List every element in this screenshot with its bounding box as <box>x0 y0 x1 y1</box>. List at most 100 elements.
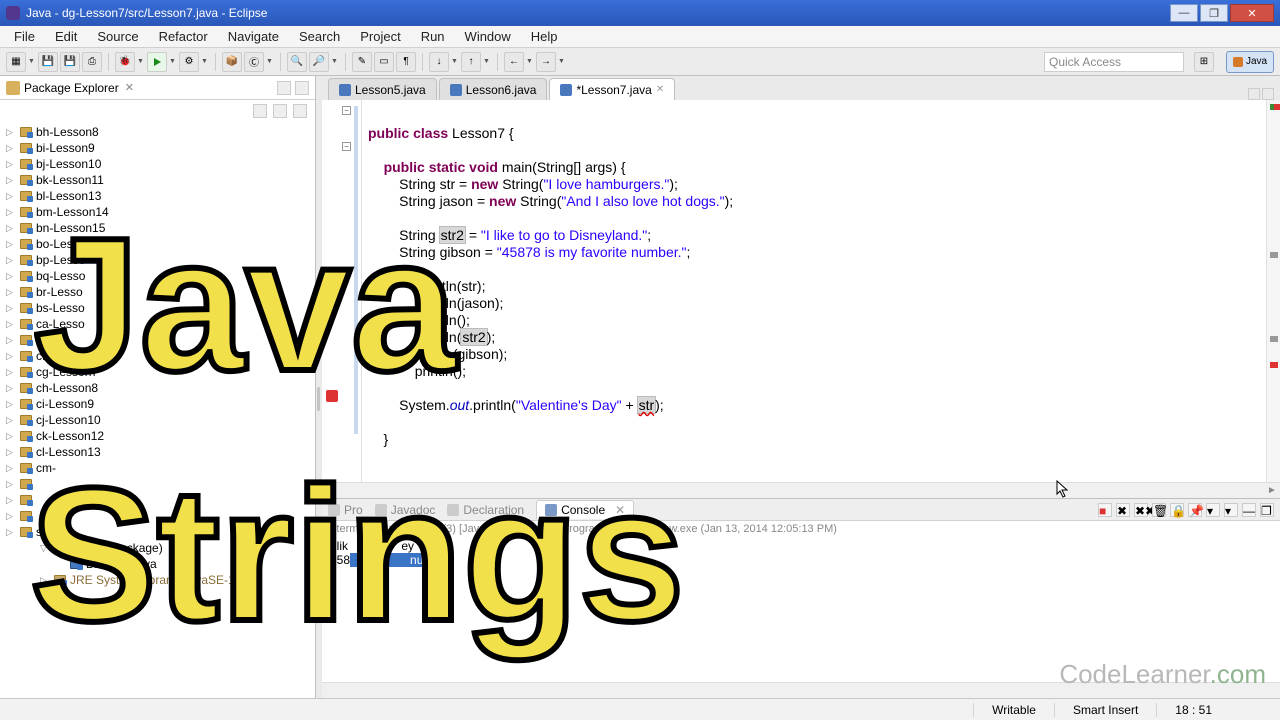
jre-library-node[interactable]: ▷JRE System Library [JavaSE-1.7] <box>0 572 315 588</box>
project-node[interactable]: ▷bo-Lesso <box>0 236 315 252</box>
project-node[interactable]: ▷ <box>0 476 315 492</box>
close-button[interactable]: ✕ <box>1230 4 1274 22</box>
new-class-button[interactable]: Ⓒ <box>244 52 264 72</box>
link-editor-button[interactable] <box>273 104 287 118</box>
console-max-button[interactable]: ❐ <box>1260 503 1274 517</box>
console-output[interactable]: I lik t ey 458 fa nu <box>322 537 1280 682</box>
quick-access-input[interactable]: Quick Access <box>1044 52 1184 72</box>
project-node[interactable]: ▷cj-Lesson10 <box>0 412 315 428</box>
menu-help[interactable]: Help <box>521 27 568 46</box>
project-node[interactable]: ▷ <box>0 492 315 508</box>
run-button[interactable] <box>147 52 167 72</box>
clear-console-button[interactable]: 🗑 <box>1152 503 1166 517</box>
ext-tools-button[interactable]: ⚙ <box>179 52 199 72</box>
toggle-mark-button[interactable]: ✎ <box>352 52 372 72</box>
project-node[interactable]: ▷cf-Lesson6 <box>0 348 315 364</box>
error-marker-icon[interactable] <box>326 390 338 402</box>
tab-lesson7[interactable]: *Lesson7.java✕ <box>549 78 675 100</box>
menu-source[interactable]: Source <box>87 27 148 46</box>
project-node[interactable]: ▷bq-Lesso <box>0 268 315 284</box>
forward-button[interactable]: → <box>536 52 556 72</box>
tab-javadoc[interactable]: Javadoc <box>375 503 436 517</box>
close-tab-icon[interactable]: ✕ <box>656 84 664 95</box>
view-menu-button[interactable] <box>293 104 307 118</box>
fold-toggle-icon[interactable]: − <box>342 106 351 115</box>
java-perspective-button[interactable]: Java <box>1226 51 1274 73</box>
menu-search[interactable]: Search <box>289 27 350 46</box>
project-node[interactable]: ▷br-Lesso <box>0 284 315 300</box>
package-explorer-title: Package Explorer <box>24 81 119 95</box>
console-min-button[interactable]: — <box>1242 503 1256 517</box>
scroll-lock-button[interactable]: 🔒 <box>1170 503 1184 517</box>
prev-annotation-button[interactable]: ↑ <box>461 52 481 72</box>
project-node[interactable]: ▷ck-Lesson12 <box>0 428 315 444</box>
tab-lesson6[interactable]: Lesson6.java <box>439 78 548 100</box>
fold-toggle-icon[interactable]: − <box>342 142 351 151</box>
remove-launch-button[interactable]: ✖ <box>1116 503 1130 517</box>
maximize-button[interactable]: ❐ <box>1200 4 1228 22</box>
terminate-button[interactable]: ■ <box>1098 503 1112 517</box>
open-type-button[interactable]: 🔍 <box>287 52 307 72</box>
overview-ruler[interactable] <box>1266 100 1280 482</box>
view-maximize-button[interactable] <box>295 81 309 95</box>
project-node[interactable]: ▷ca-Lesso <box>0 316 315 332</box>
package-node[interactable]: ▽(default package) <box>0 540 315 556</box>
project-node[interactable]: ▷bh-Lesson8 <box>0 124 315 140</box>
project-node[interactable]: ▷cl-Lesson13 <box>0 444 315 460</box>
project-node[interactable]: ▷bj-Lesson10 <box>0 156 315 172</box>
project-node[interactable]: ▷bn-Lesson15 <box>0 220 315 236</box>
project-node[interactable]: ▷sson6 <box>0 524 315 540</box>
project-node[interactable]: ▷bi-Lesson9 <box>0 140 315 156</box>
project-node[interactable]: ▷bk-Lesson11 <box>0 172 315 188</box>
menu-navigate[interactable]: Navigate <box>218 27 289 46</box>
tab-lesson5[interactable]: Lesson5.java <box>328 78 437 100</box>
toggle-block-button[interactable]: ▭ <box>374 52 394 72</box>
collapse-all-button[interactable] <box>253 104 267 118</box>
project-node[interactable]: ▷bp-Lesso <box>0 252 315 268</box>
debug-button[interactable]: 🐞 <box>115 52 135 72</box>
menu-window[interactable]: Window <box>455 27 521 46</box>
project-tree[interactable]: ▷bh-Lesson8▷bi-Lesson9▷bj-Lesson10▷bk-Le… <box>0 122 315 698</box>
pin-console-button[interactable]: 📌 <box>1188 503 1202 517</box>
editor-minimize-button[interactable] <box>1248 88 1260 100</box>
tab-console[interactable]: Console✕ <box>536 500 634 519</box>
next-annotation-button[interactable]: ↓ <box>429 52 449 72</box>
save-button[interactable]: 💾 <box>38 52 58 72</box>
editor-hscrollbar[interactable]: ◄► <box>322 482 1280 498</box>
show-whitespace-button[interactable]: ¶ <box>396 52 416 72</box>
new-button[interactable]: ▦ <box>6 52 26 72</box>
menu-edit[interactable]: Edit <box>45 27 87 46</box>
project-node[interactable]: ▷bs-Lesso <box>0 300 315 316</box>
minimize-button[interactable]: — <box>1170 4 1198 22</box>
view-minimize-button[interactable] <box>277 81 291 95</box>
project-node[interactable]: ▷bm-Lesson14 <box>0 204 315 220</box>
menu-refactor[interactable]: Refactor <box>149 27 218 46</box>
back-button[interactable]: ← <box>504 52 524 72</box>
search-button[interactable]: 🔎 <box>309 52 329 72</box>
remove-all-button[interactable]: ✖✖ <box>1134 503 1148 517</box>
print-button[interactable]: ⎙ <box>82 52 102 72</box>
menu-run[interactable]: Run <box>411 27 455 46</box>
tab-problems[interactable]: Pro <box>328 503 363 517</box>
code-editor[interactable]: − − public class Lesson7 { public static… <box>322 100 1280 482</box>
menu-project[interactable]: Project <box>350 27 410 46</box>
new-package-button[interactable]: 📦 <box>222 52 242 72</box>
project-node[interactable]: ▷cm- <box>0 460 315 476</box>
display-console-button[interactable]: ▾ <box>1206 503 1220 517</box>
project-node[interactable]: ▷ <box>0 508 315 524</box>
editor-maximize-button[interactable] <box>1262 88 1274 100</box>
project-node[interactable]: ▷ci-Lesson9 <box>0 396 315 412</box>
java-file-node[interactable]: Lesson7.java <box>0 556 315 572</box>
project-node[interactable]: ▷bl-Lesson13 <box>0 188 315 204</box>
project-node[interactable]: ▷ch-Lesson8 <box>0 380 315 396</box>
save-all-button[interactable]: 💾 <box>60 52 80 72</box>
project-node[interactable]: ▷esso <box>0 332 315 348</box>
console-hscrollbar[interactable] <box>322 682 1280 698</box>
project-node[interactable]: ▷cg-Lesson7 <box>0 364 315 380</box>
new-console-button[interactable]: ▾ <box>1224 503 1238 517</box>
menubar: File Edit Source Refactor Navigate Searc… <box>0 26 1280 48</box>
open-perspective-button[interactable]: ⊞ <box>1194 52 1214 72</box>
close-view-icon[interactable]: ✕ <box>125 81 134 94</box>
tab-declaration[interactable]: Declaration <box>447 503 524 517</box>
menu-file[interactable]: File <box>4 27 45 46</box>
